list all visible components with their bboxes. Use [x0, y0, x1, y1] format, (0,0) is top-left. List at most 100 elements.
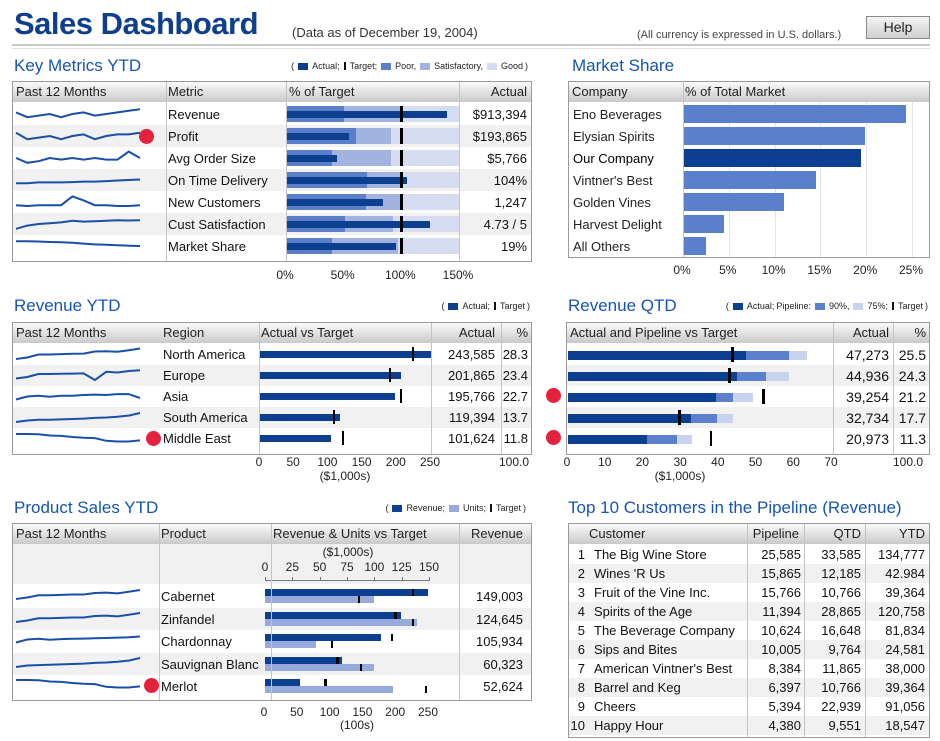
sparkline-path: [15, 369, 141, 382]
percent-total: 100.0: [498, 455, 530, 469]
region-name: Asia: [163, 389, 189, 404]
sparkline: [15, 150, 141, 164]
target-marker: [400, 128, 404, 144]
table-header: Company % of Total Market: [569, 82, 929, 102]
axis-tick-label: 50: [312, 560, 327, 574]
table-row[interactable]: 8 Barrel and Keg 6,397 10,766 39,364: [569, 678, 929, 697]
sparkline-path: [16, 240, 141, 247]
target-marker: [400, 150, 404, 166]
actual-bar: [568, 413, 692, 423]
table-row[interactable]: 1 The Big Wine Store 25,585 33,585 134,777: [569, 545, 929, 564]
table-row: Elysian Spirits: [569, 125, 929, 147]
axis-tick-label: 0%: [673, 263, 691, 277]
units-bar: [265, 663, 374, 671]
qtd-value: 11,865: [822, 661, 861, 676]
revenue-swatch: [392, 504, 403, 512]
percent-value: 11.8: [503, 431, 528, 446]
axis-tick-label: 30: [673, 455, 687, 469]
alert-indicator-icon: [546, 388, 561, 403]
ytd-value: 39,364: [885, 585, 925, 600]
sparkline: [15, 412, 141, 423]
axis-tick-label: 150: [418, 560, 440, 574]
region-name: North America: [163, 347, 246, 362]
qtd-value: 28,865: [821, 604, 861, 619]
legend-text: (: [291, 61, 295, 71]
percent-value: 11.3: [899, 431, 926, 447]
target-marker: [762, 389, 765, 404]
table-row: Golden Vines: [569, 191, 929, 213]
legend-text: Target;: [349, 61, 378, 71]
actual-value: 20,973: [846, 431, 889, 447]
axis-unit-label: ($1,000s): [654, 469, 706, 483]
table-row: Avg Order Size $5,766: [13, 147, 531, 169]
column-divider: [459, 524, 460, 700]
table-row: 32,734 17.7: [567, 407, 929, 428]
target-marker-icon: [891, 302, 894, 310]
customer-name: Happy Hour: [594, 718, 664, 733]
actual-value: 201,865: [448, 368, 495, 383]
help-button[interactable]: Help: [866, 16, 930, 39]
percent-value: 21.2: [898, 389, 926, 405]
table-row[interactable]: 2 Wines 'R Us 15,865 12,185 42.984: [569, 564, 929, 583]
target-marker-icon: [493, 302, 496, 310]
market-share-bar: [683, 193, 784, 211]
legend-text: Target: [897, 301, 923, 311]
table-header: Customer Pipeline QTD YTD: [569, 524, 929, 544]
ytd-value: 18,547: [885, 718, 925, 733]
axis-tick-label: 200: [385, 705, 406, 719]
table-row: All Others: [569, 235, 929, 257]
table-row[interactable]: 3 Fruit of the Vine Inc. 15,766 10,766 39,36…: [569, 583, 929, 602]
actual-value: 1,247: [494, 195, 527, 210]
target-marker: [678, 410, 681, 425]
axis-unit-label: ($1,000s): [322, 545, 374, 559]
pipeline-value: 15,865: [761, 566, 801, 581]
customer-name: Wines 'R Us: [594, 566, 666, 581]
axis-tick-label: 70: [824, 455, 838, 469]
market-share-bar: [683, 149, 861, 167]
table-row[interactable]: 5 The Beverage Company 10,624 16,648 81,834: [569, 621, 929, 640]
sparkline: [15, 393, 141, 401]
company-name: Our Company: [573, 151, 654, 166]
revenue-target-marker: [411, 589, 415, 596]
pipeline-value: 10,624: [761, 623, 801, 638]
rank: 4: [577, 604, 585, 619]
table-row: Middle East 101,624 11.8: [13, 428, 531, 449]
units-target-marker: [330, 641, 334, 648]
table-row[interactable]: 4 Spirits of the Age 11,394 28,865 120,758: [569, 602, 929, 621]
column-header: Past 12 Months: [16, 84, 107, 99]
actual-value: 195,766: [448, 389, 495, 404]
sparkline-path: [15, 393, 141, 401]
table-row[interactable]: 7 American Vintner's Best 8,384 11,865 38,00…: [569, 659, 929, 678]
target-marker: [332, 410, 336, 424]
column-header: Revenue & Units vs Target: [273, 526, 427, 541]
legend-text: (: [385, 503, 389, 513]
revenue-bar: [265, 611, 402, 619]
column-divider: [683, 82, 684, 257]
units-bar: [265, 618, 418, 626]
axis-tick-label: 100%: [384, 268, 416, 282]
column-divider: [159, 524, 160, 700]
customer-name: Spirits of the Age: [594, 604, 693, 619]
revenue-ytd-table: Past 12 Months Region Actual vs Target Actu…: [12, 322, 532, 455]
market-share-bar: [683, 171, 816, 189]
table-row[interactable]: 6 Sips and Bites 10,005 9,764 24,581: [569, 640, 929, 659]
table-row[interactable]: 9 Cheers 5,394 22,939 91,056: [569, 697, 929, 716]
qtd-value: 9,764: [828, 642, 861, 657]
poor-swatch: [381, 62, 392, 70]
pipeline-value: 5,394: [768, 699, 801, 714]
percent-value: 28.3: [502, 347, 528, 362]
sparkline: [15, 347, 141, 360]
column-divider: [804, 524, 805, 737]
legend-text: Actual;: [746, 301, 775, 311]
actual-bar: [286, 132, 350, 140]
actual-value: 47,273: [846, 347, 889, 363]
column-header: Pipeline: [752, 526, 799, 541]
table-row[interactable]: 10 Happy Hour 4,380 9,551 18,547: [569, 716, 929, 735]
company-name: Vintner's Best: [573, 173, 653, 188]
revenue-value: 105,934: [476, 634, 523, 649]
key-metrics-table: Past 12 Months Metric % of Target Actual Rev…: [12, 81, 532, 262]
table-row: New Customers 1,247: [13, 191, 531, 213]
top-customers-table: Customer Pipeline QTD YTD 1 The Big Wine Stor…: [568, 523, 930, 738]
legend-text: ): [525, 61, 528, 71]
sparkline-path: [15, 656, 141, 668]
